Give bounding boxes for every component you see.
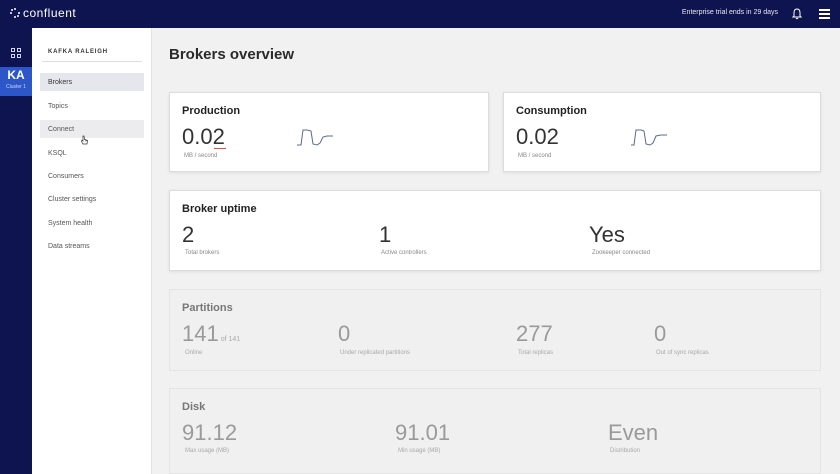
production-underline	[214, 148, 226, 149]
min-usage-value: 91.01	[395, 420, 451, 445]
broker-uptime-card[interactable]: Broker uptime 2 Total brokers 1 Active c…	[169, 190, 821, 271]
top-bar: confluent Enterprise trial ends in 29 da…	[0, 0, 840, 28]
distribution-label: Distribution	[610, 448, 641, 454]
broker-uptime-title: Broker uptime	[182, 203, 257, 215]
production-value: 0.02	[182, 124, 225, 149]
sidebar-item-ksql[interactable]: KSQL	[40, 144, 144, 162]
partitions-title: Partitions	[182, 302, 233, 314]
consumption-card[interactable]: Consumption 0.02 MB / second	[503, 92, 821, 172]
consumption-sparkline	[631, 129, 667, 146]
production-card[interactable]: Production 0.02 MB / second	[169, 92, 489, 172]
online-partitions-value: 141 of 141	[182, 321, 240, 347]
page-title: Brokers overview	[169, 46, 295, 63]
min-usage-label: Min usage (MB)	[398, 448, 441, 454]
under-replicated-label: Under replicated partitions	[340, 350, 411, 356]
total-replicas-value: 277	[516, 321, 553, 346]
sidebar-item-connect[interactable]: Connect	[40, 120, 144, 138]
zookeeper-value: Yes	[589, 222, 625, 247]
production-sparkline	[297, 129, 333, 146]
out-of-sync-label: Out of sync replicas	[656, 350, 709, 356]
max-usage-value: 91.12	[182, 420, 238, 445]
notifications-bell-icon[interactable]	[792, 8, 802, 20]
consumption-title: Consumption	[516, 105, 587, 117]
sidebar-divider	[42, 61, 142, 62]
disk-card[interactable]: Disk 91.12 Max usage (MB) 91.01 Min usag…	[169, 388, 821, 474]
total-brokers-value: 2	[182, 222, 195, 247]
online-of-label: of 141	[220, 336, 241, 343]
main-content: Brokers overview Production 0.02 MB / se…	[153, 28, 840, 474]
cluster-tile[interactable]: KA Cluster 1	[0, 67, 32, 96]
cluster-abbr: KA	[7, 68, 25, 82]
hamburger-menu-icon[interactable]	[819, 9, 830, 19]
total-brokers-label: Total brokers	[185, 250, 220, 256]
under-replicated-value: 0	[338, 321, 351, 346]
partitions-card[interactable]: Partitions 141 of 141 Online 0 Under repl…	[169, 289, 821, 371]
active-controllers-label: Active controllers	[381, 250, 427, 256]
consumption-value: 0.02	[516, 124, 559, 149]
cluster-rail: KA Cluster 1	[0, 28, 32, 474]
disk-title: Disk	[182, 401, 206, 413]
sidebar-item-consumers[interactable]: Consumers	[40, 167, 144, 185]
distribution-value: Even	[608, 420, 659, 445]
sidebar-item-system-health[interactable]: System health	[40, 214, 144, 232]
production-title: Production	[182, 105, 241, 117]
sidebar-item-brokers[interactable]: Brokers	[40, 73, 144, 91]
trial-notice[interactable]: Enterprise trial ends in 29 days	[682, 9, 778, 16]
sidebar: KAFKA RALEIGH Brokers Topics Connect KSQ…	[32, 28, 152, 474]
confluent-logo[interactable]: confluent	[10, 6, 76, 20]
sidebar-cluster-name: KAFKA RALEIGH	[48, 49, 108, 55]
sidebar-item-data-streams[interactable]: Data streams	[40, 237, 144, 255]
brand-name: confluent	[23, 6, 77, 20]
cluster-sub: Cluster 1	[5, 84, 26, 90]
confluent-logo-icon	[10, 8, 20, 18]
sidebar-item-cluster-settings[interactable]: Cluster settings	[40, 190, 144, 208]
online-label: Online	[185, 350, 203, 356]
sidebar-item-topics[interactable]: Topics	[40, 97, 144, 115]
online-value: 141	[182, 321, 219, 346]
total-replicas-label: Total replicas	[518, 350, 554, 356]
consumption-unit: MB / second	[518, 153, 552, 159]
max-usage-label: Max usage (MB)	[185, 448, 230, 454]
all-clusters-grid-icon[interactable]	[11, 48, 21, 58]
mouse-cursor-icon	[81, 135, 88, 145]
out-of-sync-value: 0	[654, 321, 667, 346]
production-unit: MB / second	[184, 153, 218, 159]
active-controllers-value: 1	[379, 222, 392, 247]
zookeeper-label: Zookeeper connected	[592, 250, 651, 256]
